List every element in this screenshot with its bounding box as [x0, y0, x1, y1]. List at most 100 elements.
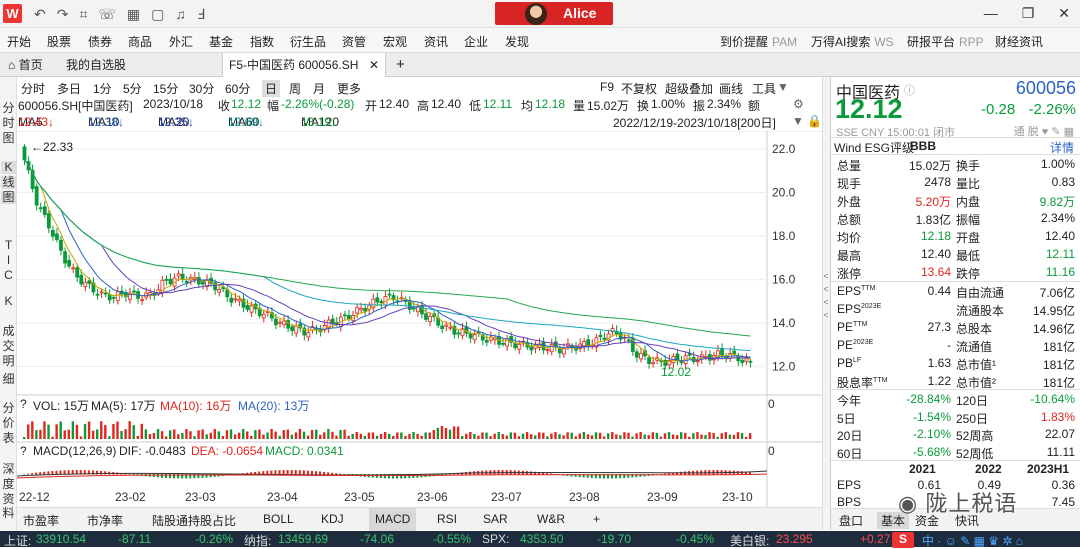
crop-icon[interactable]: ⌗: [79, 6, 87, 23]
indicator-tab[interactable]: 市盈率: [23, 512, 59, 529]
tab-close-icon[interactable]: ✕: [369, 53, 379, 77]
fundamental-row: EPSTTM 0.44 自由流通 7.06亿: [831, 282, 1080, 300]
left-strip-char[interactable]: I: [1, 254, 16, 267]
menu-item[interactable]: 资讯: [424, 33, 448, 50]
folder-icon[interactable]: ▢: [151, 6, 164, 23]
left-strip-char[interactable]: K: [1, 161, 16, 174]
volume-bar: [534, 435, 537, 439]
period-button[interactable]: 5分: [123, 80, 142, 97]
bell-icon[interactable]: ♫: [175, 6, 186, 23]
left-strip-char[interactable]: 时: [1, 117, 16, 130]
chat-icon[interactable]: ☏: [98, 6, 116, 23]
indicator-tab[interactable]: W&R: [537, 512, 565, 526]
close-icon[interactable]: ✕: [1058, 5, 1070, 22]
ime-icons[interactable]: 中 · ☺ ✎ ▦ ♛ ✲ ⌂: [922, 532, 1023, 549]
menu-item[interactable]: 宏观: [383, 33, 407, 50]
f-icon[interactable]: Ⅎ: [197, 6, 205, 23]
range-dropdown-icon[interactable]: ▼: [792, 114, 804, 128]
indicator-tab[interactable]: BOLL: [263, 512, 294, 526]
menu-item[interactable]: 开始: [7, 33, 31, 50]
add-tab-button[interactable]: +: [390, 53, 411, 77]
menu-item[interactable]: 商品: [128, 33, 152, 50]
menu-item[interactable]: 企业: [464, 33, 488, 50]
toolbar-right-button[interactable]: F9: [600, 80, 614, 94]
left-strip-char[interactable]: 线: [1, 176, 16, 189]
menu-item[interactable]: 债券: [88, 33, 112, 50]
macd-help-icon[interactable]: ?: [20, 444, 27, 458]
tab-home[interactable]: ⌂ 首页: [2, 53, 49, 77]
left-strip-char[interactable]: 细: [1, 373, 16, 386]
toolbar-right-button[interactable]: 工具: [752, 80, 776, 97]
quote-bottom-tab[interactable]: 盘口: [839, 512, 863, 529]
lock-icon[interactable]: 🔒: [807, 114, 822, 128]
volume-help-icon[interactable]: ?: [20, 397, 27, 411]
left-strip-char[interactable]: T: [1, 239, 16, 252]
candle-body: [501, 343, 505, 345]
menu-item[interactable]: 基金: [209, 33, 233, 50]
left-strip-char[interactable]: 成: [1, 325, 16, 338]
left-strip-char[interactable]: 表: [1, 432, 16, 445]
forward-icon[interactable]: ↷: [57, 6, 69, 23]
menu-right-item[interactable]: 财经资讯: [995, 33, 1043, 50]
left-strip-char[interactable]: 分: [1, 402, 16, 415]
period-button[interactable]: 15分: [153, 80, 178, 97]
menu-item[interactable]: 资管: [342, 33, 366, 50]
left-strip-char[interactable]: 度: [1, 478, 16, 491]
indicator-tab[interactable]: 陆股通持股占比: [152, 512, 236, 529]
toolbar-dropdown-icon[interactable]: ▼: [777, 80, 789, 94]
menu-item[interactable]: 指数: [250, 33, 274, 50]
indicator-tab[interactable]: 市净率: [87, 512, 123, 529]
period-button[interactable]: 1分: [93, 80, 112, 97]
menu-item[interactable]: 发现: [505, 33, 529, 50]
period-button[interactable]: 多日: [57, 80, 81, 97]
indicator-tab[interactable]: MACD: [369, 508, 417, 531]
period-button[interactable]: 月: [313, 80, 325, 97]
minimize-icon[interactable]: —: [984, 5, 998, 22]
left-strip-char[interactable]: 深: [1, 463, 16, 476]
period-button[interactable]: 60分: [225, 80, 250, 97]
left-strip-char[interactable]: K: [1, 295, 16, 308]
left-strip-char[interactable]: 资: [1, 493, 16, 506]
period-button[interactable]: 日: [262, 80, 281, 97]
splitter-arrows[interactable]: < < < <: [822, 270, 830, 322]
period-button[interactable]: 分时: [21, 80, 45, 97]
indicator-tab[interactable]: KDJ: [321, 512, 344, 526]
left-strip-char[interactable]: 图: [1, 132, 16, 145]
user-profile[interactable]: Alice: [495, 2, 613, 25]
tab-watchlist[interactable]: 我的自选股: [60, 53, 132, 77]
menu-item[interactable]: 衍生品: [290, 33, 326, 50]
indicator-tab[interactable]: RSI: [437, 512, 457, 526]
indicator-tab[interactable]: +: [593, 512, 600, 526]
period-button[interactable]: 周: [289, 80, 301, 97]
restore-icon[interactable]: ❐: [1022, 5, 1035, 22]
info-icon[interactable]: ⓘ: [904, 82, 915, 98]
grid-icon[interactable]: ▦: [127, 6, 140, 23]
menu-item[interactable]: 外汇: [169, 33, 193, 50]
left-strip-char[interactable]: 料: [1, 507, 16, 520]
toolbar-right-button[interactable]: 超级叠加: [665, 80, 713, 97]
menu-right-item[interactable]: 研报平台 RPP: [907, 33, 984, 50]
sogou-icon[interactable]: S: [892, 532, 914, 548]
period-button[interactable]: 更多: [337, 80, 361, 97]
menu-right-item[interactable]: 万得AI搜索 WS: [811, 33, 894, 50]
left-nav-strip: 分时图K线图TICK成交明细分价表深度资料超: [0, 77, 17, 545]
toolbar-right-button[interactable]: 不复权: [621, 80, 657, 97]
volume-bar: [578, 433, 582, 439]
indicator-tab[interactable]: SAR: [483, 512, 508, 526]
stat-label: 跌停: [956, 267, 981, 281]
toolbar-right-button[interactable]: 画线: [719, 80, 743, 97]
menu-right-item[interactable]: 到价提醒 PAM: [720, 33, 797, 50]
back-icon[interactable]: ↶: [34, 6, 46, 23]
date-range[interactable]: 2022/12/19-2023/10/18[200日]: [613, 114, 776, 131]
left-strip-char[interactable]: C: [1, 269, 16, 282]
menu-item[interactable]: 股票: [47, 33, 71, 50]
left-strip-char[interactable]: 分: [1, 102, 16, 115]
left-strip-char[interactable]: 交: [1, 340, 16, 353]
left-strip-char[interactable]: 图: [1, 191, 16, 204]
tab-active-stock[interactable]: F5-中国医药 600056.SH ✕: [222, 53, 386, 77]
settings-gear-icon[interactable]: ⚙: [793, 97, 804, 111]
nas-label: 纳指:: [244, 534, 272, 548]
period-button[interactable]: 30分: [189, 80, 214, 97]
left-strip-char[interactable]: 价: [1, 417, 16, 430]
left-strip-char[interactable]: 明: [1, 355, 16, 368]
